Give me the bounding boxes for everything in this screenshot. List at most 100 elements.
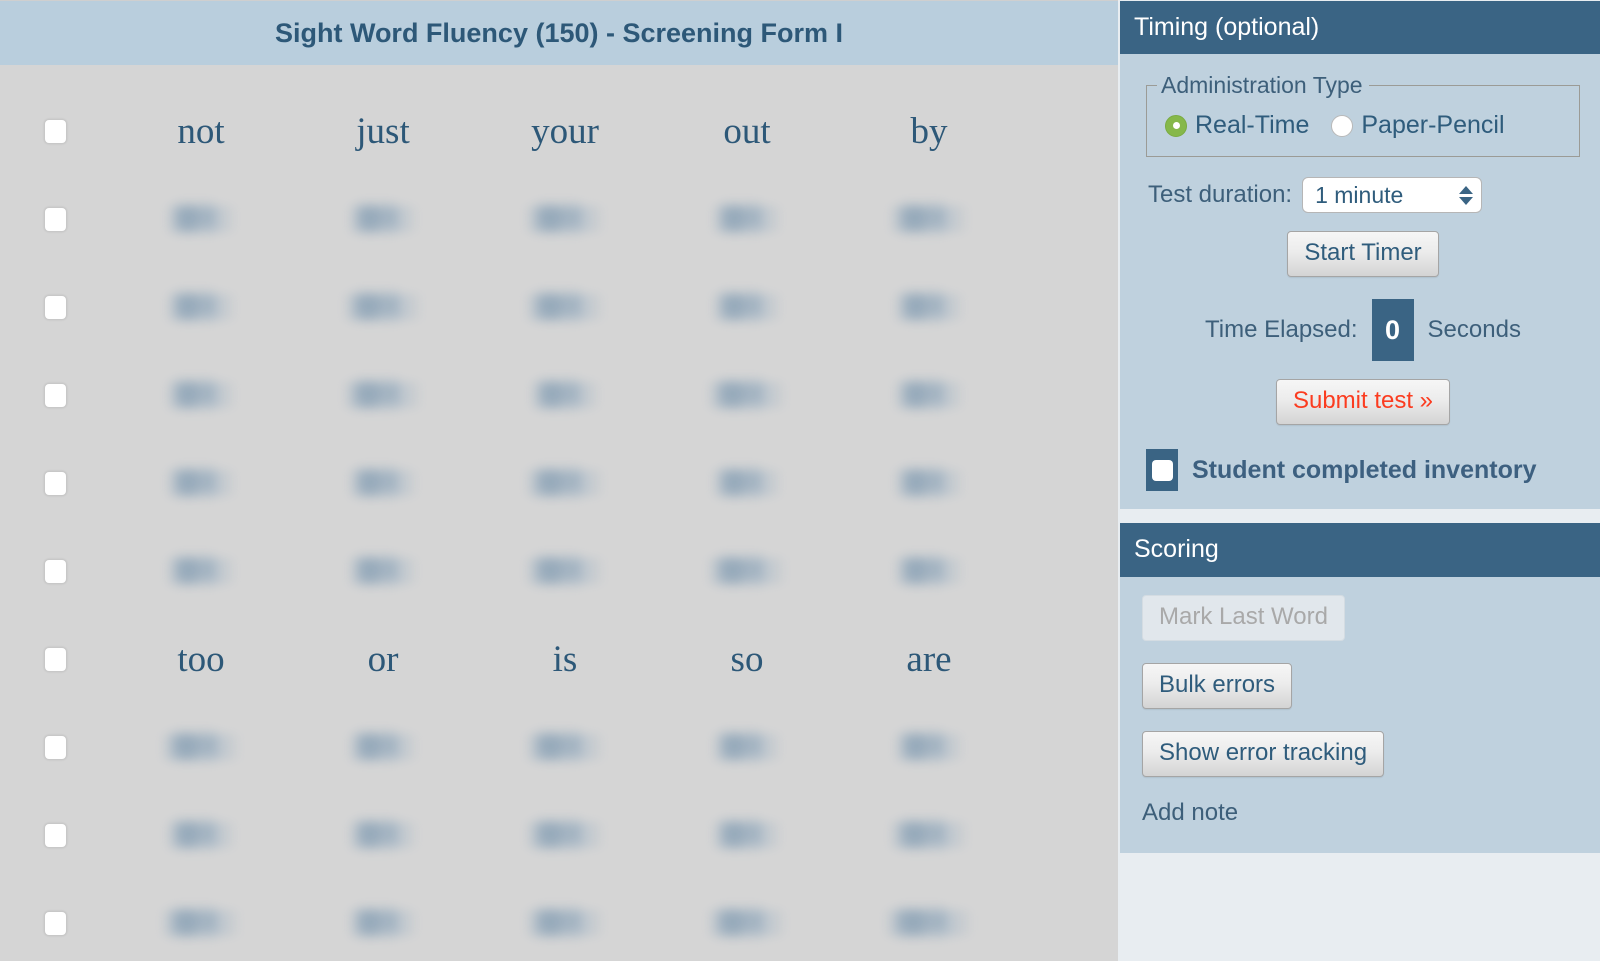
word-item[interactable]: words [520, 553, 610, 590]
row-checkbox[interactable] [43, 206, 67, 232]
row-checkbox[interactable] [43, 294, 67, 320]
row-checkbox[interactable] [43, 822, 67, 848]
bulk-errors-button[interactable]: Bulk errors [1142, 662, 1293, 709]
page-title: Sight Word Fluency (150) - Screening For… [274, 17, 844, 48]
word-item[interactable]: word [891, 465, 967, 502]
row-checkbox[interactable] [43, 118, 67, 144]
submit-test-button[interactable]: Submit test » [1275, 379, 1451, 426]
row-checkbox-cell [0, 118, 110, 144]
start-timer-button[interactable]: Start Timer [1287, 231, 1439, 278]
word-item[interactable]: words [338, 289, 428, 326]
test-duration-select[interactable]: 1 minute [1302, 177, 1483, 214]
word-item[interactable]: word [163, 201, 239, 238]
row-checkbox[interactable] [43, 734, 67, 760]
word-item[interactable]: words [338, 377, 428, 414]
word-item[interactable]: words [702, 905, 792, 942]
word-cell: words [474, 527, 656, 615]
word-item[interactable]: word [163, 289, 239, 326]
word-item[interactable]: word [709, 729, 785, 766]
word-item[interactable]: word [345, 201, 421, 238]
word-item[interactable]: word [891, 289, 967, 326]
word-item[interactable]: by [911, 113, 948, 150]
word-item[interactable]: just [356, 113, 409, 150]
word-item[interactable]: too [177, 641, 224, 678]
submit-test-row: Submit test » [1142, 379, 1584, 426]
word-item[interactable]: word [163, 817, 239, 854]
timing-panel-header: Timing (optional) [1120, 1, 1600, 55]
show-error-tracking-button[interactable]: Show error tracking [1142, 730, 1385, 777]
word-item[interactable]: your [531, 113, 599, 150]
row-checkbox-cell [0, 734, 110, 760]
word-item[interactable]: words [520, 465, 610, 502]
word-item[interactable]: words [520, 817, 610, 854]
word-item[interactable]: word [345, 465, 421, 502]
word-item[interactable]: wordsy [875, 905, 984, 942]
word-grid: notjustyouroutbywordwordwordswordwordswo… [0, 65, 1118, 961]
word-cell: words [474, 175, 656, 263]
word-cell: word [110, 351, 292, 439]
word-item[interactable]: word [163, 465, 239, 502]
word-cell: words [292, 263, 474, 351]
radio-real-time[interactable] [1165, 114, 1187, 137]
row-checkbox[interactable] [43, 646, 67, 672]
word-row: too or is so are [0, 615, 1118, 703]
word-cell: out [656, 87, 838, 175]
word-cell: word [110, 263, 292, 351]
word-item[interactable]: word [891, 553, 967, 590]
word-item[interactable]: are [906, 641, 951, 678]
word-cell: word [656, 175, 838, 263]
word-row: words word words word word [0, 703, 1118, 791]
word-item[interactable]: words [156, 729, 246, 766]
word-item[interactable]: so [731, 641, 764, 678]
word-item[interactable]: words [884, 201, 974, 238]
word-row: word word words word words [0, 175, 1118, 263]
word-item[interactable]: words [702, 377, 792, 414]
word-item[interactable]: word [345, 553, 421, 590]
word-item[interactable]: word [345, 905, 421, 942]
chevron-updown-icon [1459, 185, 1474, 205]
test-duration-row: Test duration: 1 minute [1142, 177, 1584, 214]
student-completed-label[interactable]: Student completed inventory [1192, 456, 1536, 485]
radio-paper-pencil-label[interactable]: Paper-Pencil [1361, 111, 1504, 140]
word-cell: are [838, 615, 1020, 703]
word-item[interactable]: word [709, 465, 785, 502]
word-cell: words [110, 703, 292, 791]
word-item[interactable]: word [709, 289, 785, 326]
word-item[interactable]: word [163, 377, 239, 414]
word-cell: word [110, 439, 292, 527]
word-item[interactable]: words [520, 201, 610, 238]
word-item[interactable]: word [345, 817, 421, 854]
word-cell: words [474, 879, 656, 961]
word-item[interactable]: is [553, 641, 578, 678]
word-row: word word words word words [0, 791, 1118, 879]
word-item[interactable]: out [723, 113, 770, 150]
word-item[interactable]: words [156, 905, 246, 942]
word-cell: word [292, 439, 474, 527]
word-item[interactable]: word [163, 553, 239, 590]
word-item[interactable]: not [177, 113, 224, 150]
word-item[interactable]: word [709, 817, 785, 854]
row-checkbox[interactable] [43, 558, 67, 584]
word-item[interactable]: words [702, 553, 792, 590]
word-cell: word [656, 791, 838, 879]
row-checkbox[interactable] [43, 382, 67, 408]
row-checkbox[interactable] [43, 910, 67, 936]
radio-paper-pencil[interactable] [1331, 114, 1354, 137]
word-item[interactable]: words [520, 729, 610, 766]
row-checkbox[interactable] [43, 470, 67, 496]
word-item[interactable]: words [520, 289, 610, 326]
add-note-link[interactable]: Add note [1142, 799, 1238, 827]
word-item[interactable]: or [368, 641, 399, 678]
word-item[interactable]: word [709, 201, 785, 238]
radio-real-time-label[interactable]: Real-Time [1195, 111, 1309, 140]
word-item[interactable]: words [884, 817, 974, 854]
time-elapsed-unit: Seconds [1427, 316, 1521, 344]
mark-last-word-button[interactable]: Mark Last Word [1142, 594, 1345, 641]
word-cell: words [656, 879, 838, 961]
student-completed-checkbox[interactable] [1146, 449, 1178, 492]
word-item[interactable]: word [891, 729, 967, 766]
word-item[interactable]: words [520, 905, 610, 942]
word-item[interactable]: word [345, 729, 421, 766]
word-item[interactable]: word [527, 377, 603, 414]
word-item[interactable]: word [891, 377, 967, 414]
